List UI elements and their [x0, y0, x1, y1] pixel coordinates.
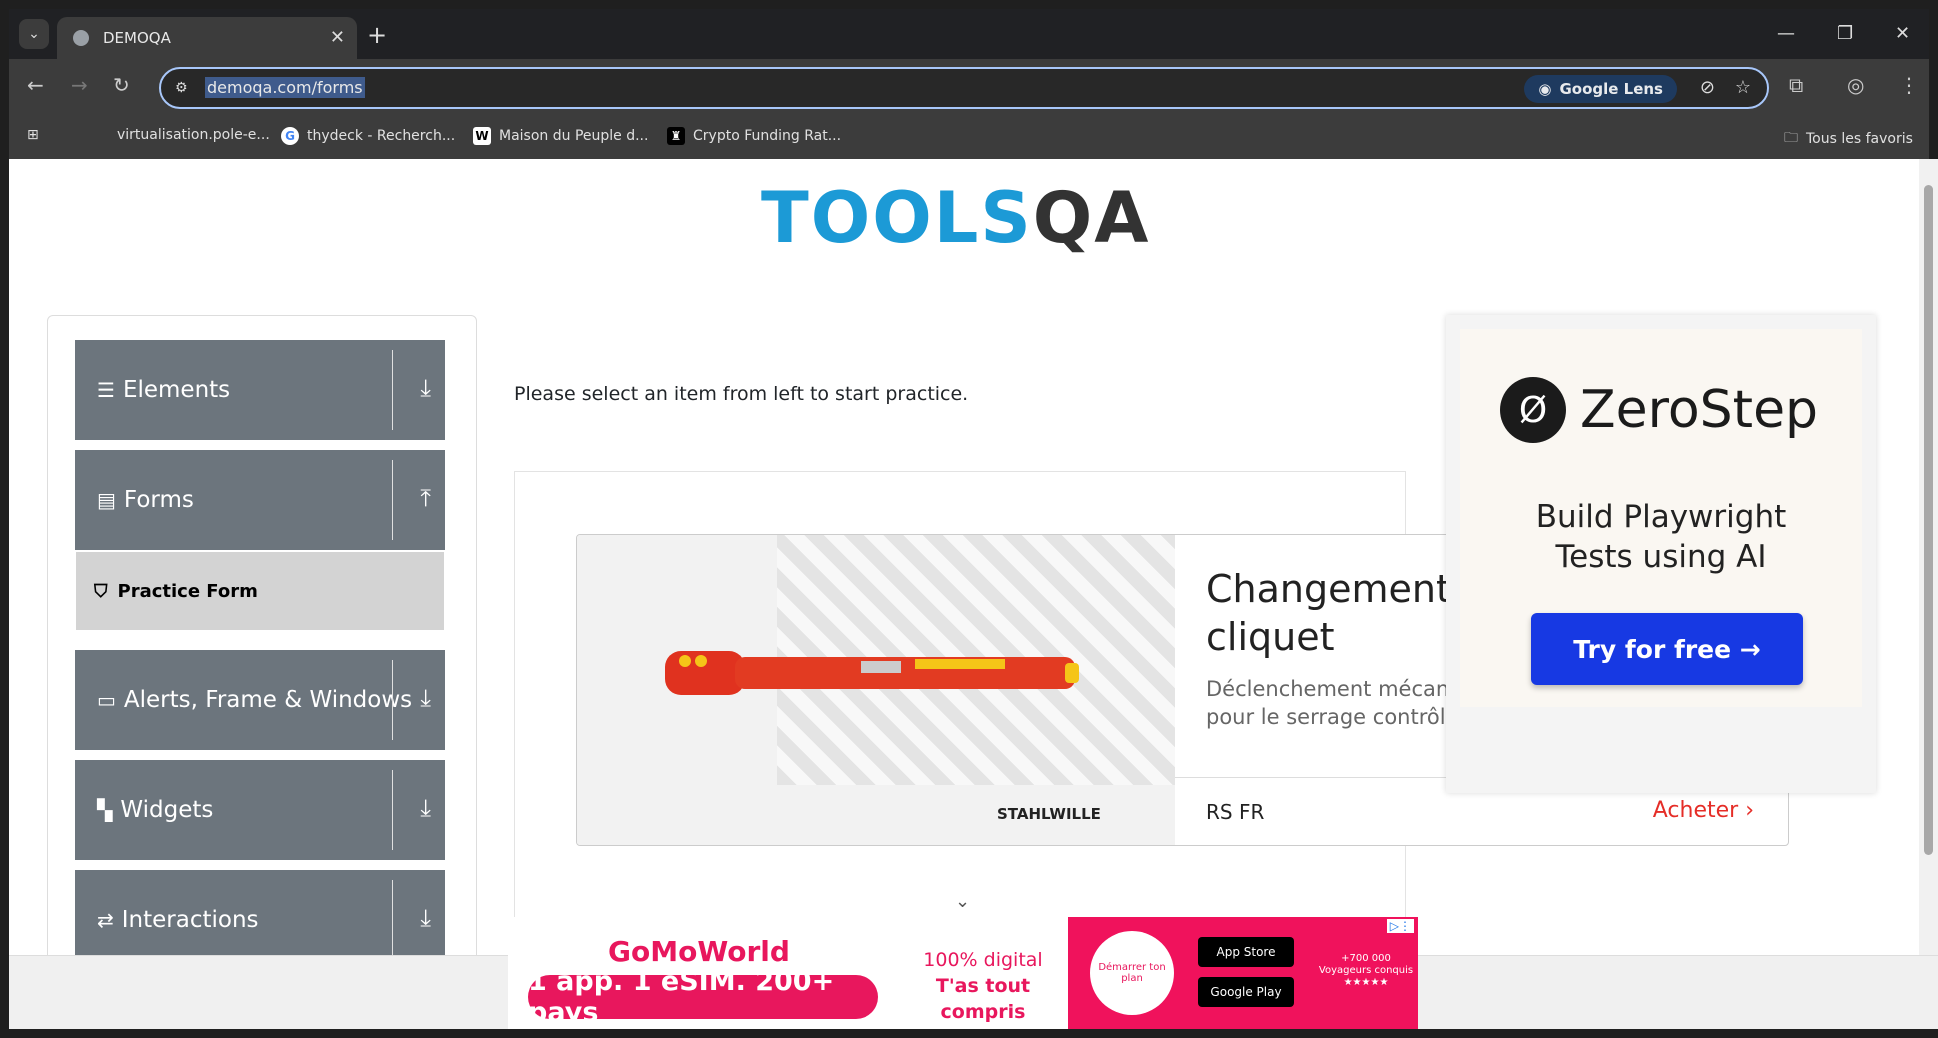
toolsqa-logo[interactable]: TOOLSQA — [761, 177, 1150, 259]
page-viewport: TOOLSQA ☰ Elements ⤓ ▤ Forms ⤒ ⛉ Practic… — [9, 159, 1919, 955]
zerostep-ad[interactable]: Ø ZeroStep Build Playwright Tests using … — [1446, 315, 1876, 793]
url-text[interactable]: demoqa.com/forms — [205, 77, 365, 98]
lens-icon: ◉ — [1538, 80, 1552, 98]
minimize-button[interactable]: — — [1777, 23, 1795, 44]
google-icon: G — [281, 127, 299, 145]
practice-prompt: Please select an item from left to start… — [514, 383, 969, 405]
gomoworld-logo: GoMoWorld — [608, 935, 790, 968]
scrollbar-thumb[interactable] — [1924, 185, 1933, 855]
browser-chrome: ⌄ DEMOQA ✕ + — ❐ ✕ ← → ↻ ⚙ demoqa.com/fo… — [9, 9, 1929, 159]
gomoworld-digital: 100% digital T'as tout compris — [923, 949, 1043, 1023]
crypto-icon: ♜ — [667, 127, 685, 145]
star-icon[interactable]: ☆ — [1735, 77, 1751, 98]
download-arrow-icon: ⤓ — [420, 374, 431, 402]
group-alerts-frame-windows[interactable]: ▭ Alerts, Frame & Windows ⤓ — [75, 650, 445, 750]
page-scrollbar[interactable] — [1919, 159, 1938, 955]
globe-icon — [73, 30, 89, 46]
menu-icon: ☰ — [97, 378, 115, 402]
eye-off-icon[interactable]: ⊘ — [1700, 77, 1715, 98]
forward-icon[interactable]: → — [71, 73, 88, 97]
bookmark-crypto-funding[interactable]: ♜ Crypto Funding Rat... — [667, 127, 841, 145]
bookmarks-bar: ⊞ virtualisation.pole-e... G thydeck - R… — [9, 115, 1929, 159]
start-plan-badge[interactable]: Démarrer ton plan — [1090, 931, 1174, 1015]
google-play-badge[interactable]: Google Play — [1198, 977, 1294, 1007]
document-icon: ▤ — [97, 488, 116, 512]
new-tab-button[interactable]: + — [367, 21, 387, 49]
chevron-down-icon[interactable]: ⌄ — [955, 891, 970, 912]
tab-title: DEMOQA — [103, 29, 171, 47]
close-tab-icon[interactable]: ✕ — [330, 27, 345, 48]
brand-logo: STAHLWILLE — [997, 805, 1101, 823]
folder-icon: 🗀 — [1784, 130, 1798, 146]
app-store-badge[interactable]: App Store — [1198, 937, 1294, 967]
download-arrow-icon: ⤓ — [420, 684, 431, 712]
left-panel: ☰ Elements ⤓ ▤ Forms ⤒ ⛉ Practice Form ▭… — [47, 315, 477, 955]
menu-dots-icon[interactable]: ⋮ — [1899, 73, 1919, 97]
torque-wrench-image — [665, 651, 1079, 695]
tab-bar: ⌄ DEMOQA ✕ + — ❐ ✕ — [9, 9, 1929, 59]
tab-demoqa[interactable]: DEMOQA ✕ — [57, 17, 357, 59]
site-info-icon[interactable]: ⚙ — [175, 80, 188, 96]
google-lens-button[interactable]: ◉ Google Lens — [1524, 75, 1677, 103]
interactions-icon: ⇄ — [97, 908, 114, 932]
profile-icon[interactable]: ◎ — [1847, 73, 1864, 97]
tab-search-button[interactable]: ⌄ — [19, 19, 49, 49]
close-window-button[interactable]: ✕ — [1895, 23, 1910, 44]
apps-icon[interactable]: ⊞ — [27, 127, 39, 143]
back-icon[interactable]: ← — [27, 73, 44, 97]
wikipedia-icon: W — [473, 127, 491, 145]
all-bookmarks-button[interactable]: 🗀 Tous les favoris — [1784, 127, 1913, 151]
reload-icon[interactable]: ↻ — [113, 73, 130, 97]
group-elements[interactable]: ☰ Elements ⤓ — [75, 340, 445, 440]
reviews-badge: +700 000 Voyageurs conquis ★★★★★ — [1318, 953, 1414, 988]
gomoworld-tagline: 1 app. 1 eSIM. 200+ pays — [528, 966, 878, 1028]
ad-description: Déclenchement mécani pour le serrage con… — [1206, 677, 1459, 729]
download-arrow-icon: ⤓ — [420, 904, 431, 932]
zerostep-mark-icon: Ø — [1500, 377, 1566, 443]
download-arrow-icon: ⤓ — [420, 794, 431, 822]
bookmark-maison-du-peuple[interactable]: W Maison du Peuple d... — [473, 127, 648, 145]
bookmark-virtualisation[interactable]: virtualisation.pole-e... — [117, 127, 270, 143]
html5-icon: ⛉ — [94, 580, 108, 602]
group-interactions[interactable]: ⇄ Interactions ⤓ — [75, 870, 445, 955]
gomoworld-ad[interactable]: GoMoWorld 1 app. 1 eSIM. 200+ pays 100% … — [508, 917, 1068, 1029]
zerostep-logo: Ø ZeroStep — [1500, 377, 1818, 443]
gomoworld-ad-right[interactable]: Démarrer ton plan App Store Google Play … — [1068, 917, 1418, 1029]
upload-arrow-icon: ⤒ — [420, 484, 431, 512]
sidebar-item-practice-form[interactable]: ⛉ Practice Form — [76, 552, 444, 630]
ad-source: RS FR — [1206, 800, 1265, 824]
buy-link[interactable]: Acheter › — [1653, 798, 1754, 823]
toolbar: ← → ↻ ⚙ demoqa.com/forms ◉ Google Lens ⊘… — [9, 59, 1929, 115]
extensions-icon[interactable]: ⧉ — [1789, 73, 1803, 97]
group-widgets[interactable]: ▚ Widgets ⤓ — [75, 760, 445, 860]
group-forms[interactable]: ▤ Forms ⤒ — [75, 450, 445, 550]
adchoices-icon[interactable]: ▷⋮ — [1386, 919, 1414, 933]
restore-button[interactable]: ❐ — [1837, 23, 1853, 44]
bookmark-thydeck[interactable]: G thydeck - Recherch... — [281, 127, 455, 145]
lens-label: Google Lens — [1559, 80, 1663, 98]
zerostep-tagline: Build Playwright Tests using AI — [1535, 499, 1787, 575]
try-for-free-button[interactable]: Try for free → — [1531, 613, 1803, 685]
window-icon: ▭ — [97, 688, 116, 712]
address-bar[interactable]: ⚙ demoqa.com/forms ◉ Google Lens ⊘ ☆ — [159, 67, 1769, 109]
ad-image: STAHLWILLE — [577, 535, 1175, 845]
widgets-icon: ▚ — [97, 798, 113, 822]
ad-title: Changement p cliquet — [1206, 567, 1488, 659]
